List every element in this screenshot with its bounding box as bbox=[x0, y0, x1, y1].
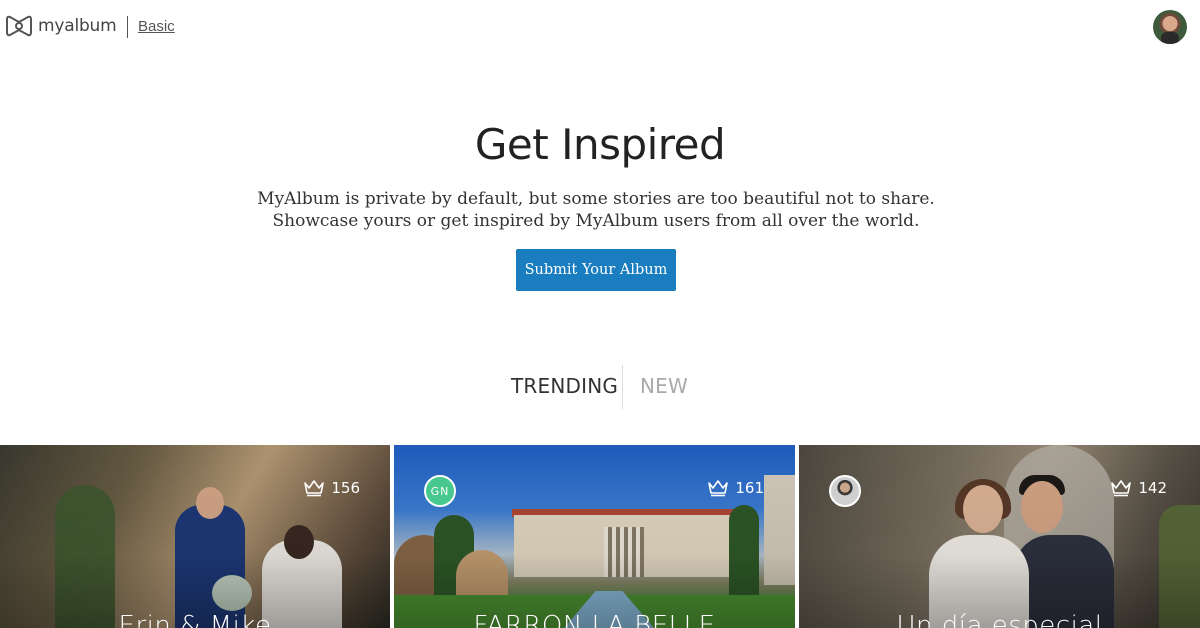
album-title: Un día especial bbox=[896, 611, 1103, 628]
crown-icon bbox=[304, 480, 325, 497]
like-count-value: 142 bbox=[1138, 479, 1167, 497]
myalbum-logo-icon bbox=[6, 15, 32, 37]
crown-icon bbox=[708, 480, 729, 497]
logo-text: myalbum bbox=[38, 16, 117, 36]
crown-icon bbox=[1111, 480, 1132, 497]
card-shade bbox=[799, 445, 1200, 628]
album-title: FARRON LA BELLE bbox=[473, 611, 716, 628]
album-card[interactable]: GN 161 FARRON LA BELLE bbox=[394, 445, 795, 628]
album-like-count[interactable]: 161 bbox=[707, 479, 764, 497]
tab-divider bbox=[622, 365, 623, 409]
album-like-count[interactable]: 156 bbox=[303, 479, 360, 497]
tab-trending[interactable]: TRENDING bbox=[511, 374, 618, 398]
page-description: MyAlbum is private by default, but some … bbox=[257, 189, 935, 231]
card-shade bbox=[394, 445, 795, 628]
owner-avatar-badge[interactable] bbox=[829, 475, 861, 507]
header-divider bbox=[127, 16, 128, 38]
album-card[interactable]: 142 Un día especial bbox=[799, 445, 1200, 628]
page-title: Get Inspired bbox=[474, 120, 726, 169]
card-shade bbox=[0, 445, 390, 628]
like-count-value: 161 bbox=[735, 479, 764, 497]
album-like-count[interactable]: 142 bbox=[1110, 479, 1167, 497]
myalbum-logo[interactable]: myalbum bbox=[4, 14, 117, 38]
owner-avatar-badge[interactable]: GN bbox=[424, 475, 456, 507]
submit-album-button[interactable]: Submit Your Album bbox=[516, 249, 676, 291]
top-header: myalbum Basic bbox=[0, 0, 1200, 56]
user-avatar[interactable] bbox=[1153, 10, 1187, 44]
album-card[interactable]: 156 Erin & Mike bbox=[0, 445, 390, 628]
album-tabs: TRENDING NEW bbox=[0, 365, 1200, 409]
like-count-value: 156 bbox=[331, 479, 360, 497]
plan-link-basic[interactable]: Basic bbox=[138, 18, 175, 35]
tab-new[interactable]: NEW bbox=[640, 374, 688, 398]
album-title: Erin & Mike bbox=[118, 611, 272, 628]
